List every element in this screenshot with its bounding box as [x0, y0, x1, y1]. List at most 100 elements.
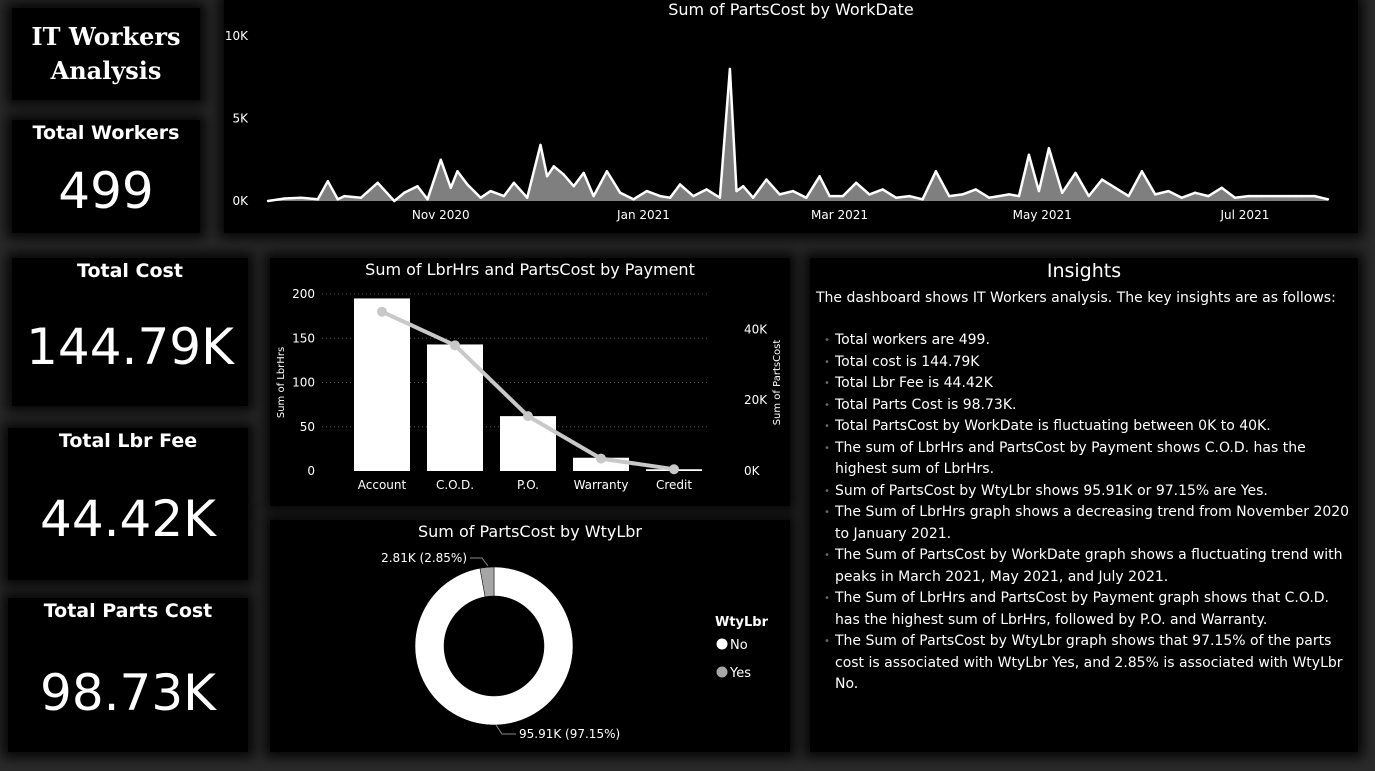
- data-point: [778, 193, 781, 196]
- data-point: [961, 193, 964, 196]
- donut-chart-svg[interactable]: 2.81K (2.85%) 95.91K (97.15%) WtyLbr No Yes: [270, 520, 790, 752]
- data-point: [539, 143, 542, 147]
- data-point: [1326, 198, 1330, 201]
- y-axis-label: Sum of LbrHrs: [276, 347, 287, 418]
- x-tick-label: Account: [358, 478, 407, 492]
- dashboard-title-line2: Analysis: [50, 56, 162, 85]
- legend-label: Yes: [729, 666, 751, 681]
- data-point: [592, 194, 595, 198]
- data-point: [791, 189, 795, 193]
- kpi-total-parts-cost-card[interactable]: Total Parts Cost 98.73K: [8, 598, 248, 752]
- insight-item: The Sum of LbrHrs and PartsCost by Payme…: [816, 588, 1352, 631]
- line-point: [669, 464, 679, 475]
- data-point: [1027, 153, 1031, 156]
- data-point: [841, 194, 845, 198]
- data-point: [1247, 194, 1250, 198]
- data-label: 95.91K (97.15%): [519, 727, 620, 741]
- y-tick-label: 5K: [232, 112, 249, 126]
- data-point: [1193, 191, 1197, 194]
- data-point: [1017, 194, 1021, 198]
- data-point: [403, 191, 406, 194]
- data-point: [619, 191, 622, 194]
- y2-tick-label: 20K: [744, 393, 768, 407]
- data-point: [376, 181, 379, 185]
- data-point: [1286, 194, 1290, 198]
- data-point: [908, 194, 911, 198]
- data-point: [572, 184, 575, 188]
- data-point: [266, 199, 270, 203]
- data-point: [868, 193, 871, 196]
- kpi-total-lbr-fee-card[interactable]: Total Lbr Fee 44.42K: [8, 428, 248, 580]
- data-point: [751, 196, 755, 199]
- data-point: [658, 194, 662, 198]
- data-point: [359, 196, 363, 199]
- y2-tick-label: 40K: [744, 322, 768, 336]
- bar: [500, 416, 556, 471]
- line-point: [523, 411, 533, 422]
- data-point: [449, 186, 452, 189]
- data-point: [605, 170, 609, 173]
- data-point: [818, 175, 821, 178]
- bar: [354, 298, 410, 471]
- insight-item: The Sum of PartsCost by WorkDate graph s…: [816, 545, 1352, 588]
- y-tick-label: 100: [292, 376, 315, 390]
- data-point: [326, 180, 330, 183]
- bar-chart-svg[interactable]: 0501001502000K20K40KSum of LbrHrs Sum of …: [270, 258, 790, 506]
- leader-line: [495, 724, 516, 735]
- series-line: [267, 67, 1329, 203]
- dashboard-title: IT Workers Analysis: [12, 20, 200, 88]
- kpi-label: Total Cost: [77, 260, 183, 282]
- data-point: [1313, 194, 1316, 198]
- kpi-label: Total Workers: [32, 122, 180, 144]
- data-point: [562, 173, 565, 176]
- data-point: [765, 178, 768, 181]
- data-point: [1300, 194, 1303, 198]
- data-point: [343, 194, 346, 198]
- y2-tick-label: 0K: [744, 464, 761, 478]
- y-tick-label: 0K: [232, 194, 249, 208]
- kpi-total-workers-card[interactable]: Total Workers 499: [12, 120, 200, 233]
- kpi-total-cost-card[interactable]: Total Cost 144.79K: [12, 258, 248, 406]
- data-point: [1100, 178, 1104, 181]
- data-point: [439, 158, 442, 161]
- y-tick-label: 0: [307, 464, 315, 478]
- data-point: [300, 196, 303, 199]
- data-point: [1233, 196, 1237, 199]
- parts-cost-by-workdate-chart[interactable]: Sum of PartsCost by WorkDate 0K 5K 10K Nov …: [224, 0, 1358, 233]
- data-point: [525, 196, 529, 199]
- data-point: [545, 175, 549, 178]
- kpi-value: 98.73K: [40, 664, 216, 722]
- data-point: [718, 196, 722, 199]
- data-point: [502, 194, 506, 198]
- x-tick-label: Warranty: [574, 478, 629, 492]
- data-point: [283, 197, 286, 200]
- data-point: [1167, 189, 1170, 193]
- data-point: [997, 194, 1001, 198]
- lbrhrs-partscost-by-payment-chart[interactable]: Sum of LbrHrs and PartsCost by Payment 0…: [270, 258, 790, 506]
- leader-line: [470, 557, 489, 567]
- data-point: [489, 189, 492, 193]
- data-point: [1140, 170, 1144, 173]
- legend-label: No: [730, 638, 748, 653]
- line-point: [377, 306, 387, 317]
- data-point: [881, 188, 884, 191]
- data-point: [466, 183, 469, 186]
- x-tick-label: P.O.: [517, 478, 539, 492]
- data-point: [894, 196, 898, 199]
- y-tick-label: 150: [292, 331, 315, 345]
- data-point: [1220, 186, 1223, 189]
- insight-item: Total Parts Cost is 98.73K.: [816, 395, 1352, 417]
- line-chart-svg[interactable]: 0K 5K 10K Nov 2020 Jan 2021 Mar 2021 May 2021 J…: [224, 0, 1358, 233]
- insight-item: Total Lbr Fee is 44.42K: [816, 373, 1352, 395]
- data-point: [1114, 186, 1117, 189]
- insight-item: Total PartsCost by WorkDate is fluctuati…: [816, 416, 1352, 438]
- data-point: [1180, 196, 1183, 199]
- data-point: [336, 198, 339, 201]
- x-tick-label: Jul 2021: [1220, 208, 1270, 222]
- legend-marker: [716, 666, 728, 678]
- data-point: [1060, 191, 1064, 194]
- legend-marker: [716, 638, 728, 650]
- x-tick-label: C.O.D.: [436, 478, 474, 492]
- kpi-value: 44.42K: [40, 490, 216, 548]
- partscost-by-wtylbr-chart[interactable]: Sum of PartsCost by WtyLbr 2.81K (2.85%)…: [270, 520, 790, 752]
